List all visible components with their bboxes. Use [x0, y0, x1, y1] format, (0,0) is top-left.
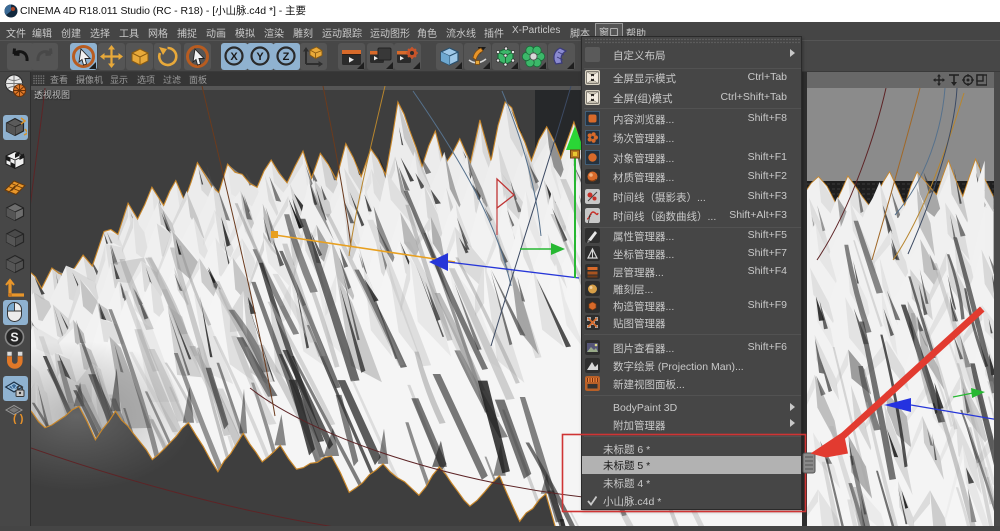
svg-text:( ): ( ): [13, 413, 24, 424]
svg-text:Y: Y: [256, 51, 264, 63]
svg-text:Z: Z: [283, 51, 290, 63]
svg-text:S: S: [10, 331, 18, 345]
svg-text:X: X: [230, 51, 238, 63]
